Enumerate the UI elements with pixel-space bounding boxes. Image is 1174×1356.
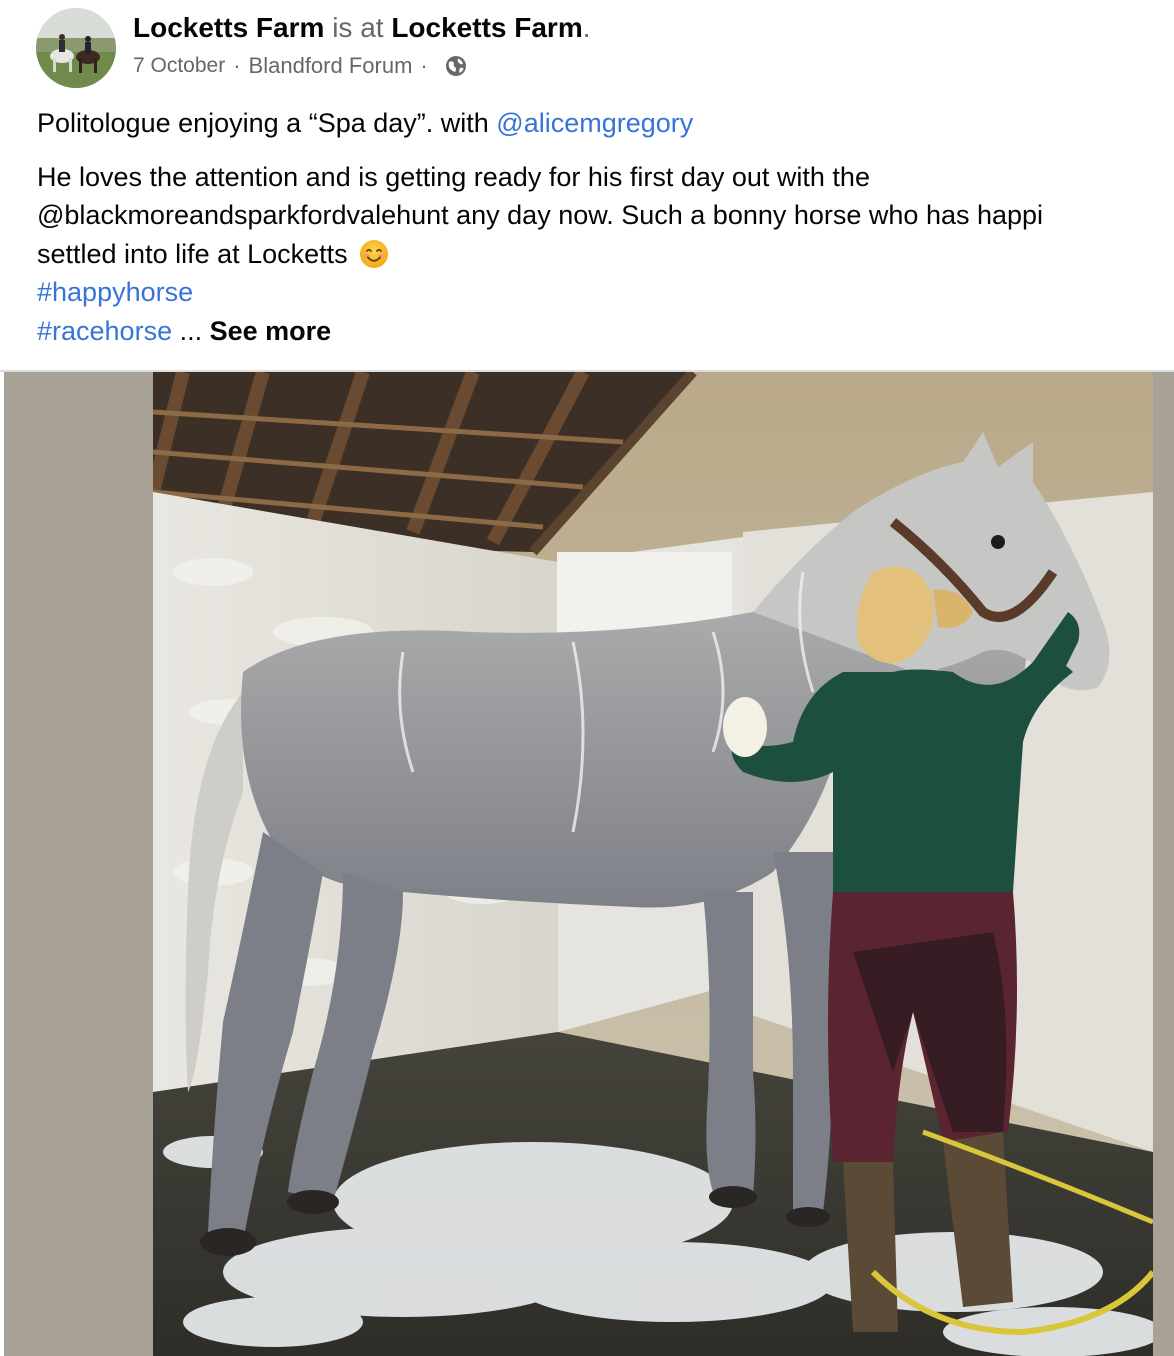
author-name-link[interactable]: Locketts Farm xyxy=(133,12,324,43)
caption-text-2: settled into life at Locketts xyxy=(37,238,348,269)
mention-alicemgregory[interactable]: @alicemgregory xyxy=(496,108,693,138)
post-header: Locketts Farm is at Locketts Farm. 7 Oct… xyxy=(0,0,1174,100)
facebook-post: Locketts Farm is at Locketts Farm. 7 Oct… xyxy=(0,0,1174,1356)
post-date-link[interactable]: 7 October xyxy=(133,50,225,82)
meta-separator: · xyxy=(233,53,241,78)
author-avatar[interactable] xyxy=(36,8,116,88)
post-body: Politologue enjoying a “Spa day”. with @… xyxy=(37,104,1174,350)
post-text-line-1: Politologue enjoying a “Spa day”. with @… xyxy=(37,104,1174,143)
photo-grey-horse-being-washed-icon[interactable] xyxy=(153,372,1153,1356)
post-text-para2-line-3: settled into life at Locketts xyxy=(37,235,1174,274)
place-link[interactable]: Blandford Forum xyxy=(249,50,413,82)
hashtag-line-2: #racehorse ... See more xyxy=(37,312,1174,351)
location-link[interactable]: Locketts Farm xyxy=(391,12,582,43)
post-text-para2-line-1: He loves the attention and is getting re… xyxy=(37,161,870,192)
smiling-face-emoji-icon xyxy=(359,239,389,269)
meta-separator-2: · xyxy=(420,53,428,78)
title-period: . xyxy=(582,12,591,43)
hashtag-happyhorse[interactable]: #happyhorse xyxy=(37,277,193,307)
post-meta-line: 7 October · Blandford Forum · xyxy=(133,50,468,82)
is-at-text: is at xyxy=(332,12,384,43)
avatar-image xyxy=(36,8,116,88)
post-title-line: Locketts Farm is at Locketts Farm. xyxy=(133,10,591,46)
post-text-para2-line-2: @blackmoreandsparkfordvalehunt any day n… xyxy=(37,200,1044,230)
post-media[interactable] xyxy=(0,372,1174,1356)
hashtag-line-1: #happyhorse xyxy=(37,273,1174,312)
globe-icon[interactable] xyxy=(444,54,468,78)
ellipsis-text: ... xyxy=(172,315,210,346)
caption-text: Politologue enjoying a “Spa day”. with xyxy=(37,108,497,138)
media-edge xyxy=(0,372,4,1356)
post-photo xyxy=(153,372,1153,1356)
see-more-button[interactable]: See more xyxy=(210,316,332,346)
hashtag-racehorse[interactable]: #racehorse xyxy=(37,316,172,346)
